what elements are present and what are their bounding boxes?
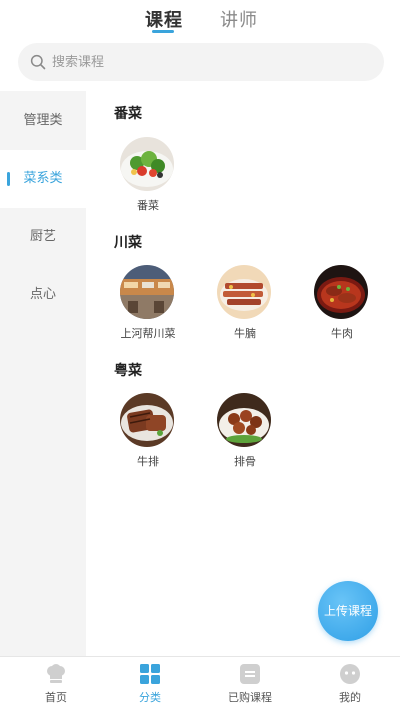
nav-label: 已购课程 xyxy=(228,691,272,704)
sidebar-item-label: 菜系类 xyxy=(23,171,63,186)
category-sidebar: 管理类 菜系类 厨艺 点心 xyxy=(0,91,86,656)
course-card[interactable]: 牛肉 xyxy=(298,265,382,345)
sidebar-item-management[interactable]: 管理类 xyxy=(0,92,86,150)
course-thumbnail-brisket xyxy=(217,265,271,319)
top-tabs: 课程 讲师 xyxy=(0,0,400,40)
course-label: 牛腩 xyxy=(234,327,256,340)
purchased-icon xyxy=(240,664,260,684)
course-label: 番菜 xyxy=(137,199,159,212)
course-thumbnail-steak xyxy=(120,393,174,447)
course-card[interactable]: 排骨 xyxy=(201,393,285,473)
nav-item-profile[interactable]: 我的 xyxy=(300,657,400,710)
tab-courses[interactable]: 课程 xyxy=(145,6,183,32)
active-tab-indicator xyxy=(152,30,174,33)
course-card[interactable]: 上河帮川菜 xyxy=(104,265,188,345)
course-card[interactable]: 牛腩 xyxy=(201,265,285,345)
nav-label: 首页 xyxy=(45,691,67,704)
sidebar-item-cuisine[interactable]: 菜系类 xyxy=(0,150,86,208)
sidebar-item-cooking-skills[interactable]: 厨艺 xyxy=(0,208,86,266)
sidebar-item-label: 厨艺 xyxy=(29,229,56,244)
nav-item-category[interactable]: 分类 xyxy=(100,657,200,710)
upload-course-button[interactable]: 上传课程 xyxy=(318,581,378,641)
section-title: 粤菜 xyxy=(114,363,142,379)
course-thumbnail-beef xyxy=(314,265,368,319)
nav-item-home[interactable]: 首页 xyxy=(6,657,106,710)
course-label: 牛肉 xyxy=(331,327,353,340)
course-list: 番菜 番菜 川菜 上河帮川菜 牛腩 牛肉 粤菜 牛排 排骨 xyxy=(86,91,400,656)
sidebar-item-label: 管理类 xyxy=(23,113,63,128)
sidebar-item-dim-sum[interactable]: 点心 xyxy=(0,266,86,324)
search-input[interactable] xyxy=(52,43,372,81)
search-bar[interactable] xyxy=(18,43,384,81)
course-card[interactable]: 牛排 xyxy=(104,393,188,473)
course-thumbnail-ribs xyxy=(217,393,271,447)
section-title: 川菜 xyxy=(114,235,142,251)
profile-icon xyxy=(340,664,360,684)
nav-item-purchased[interactable]: 已购课程 xyxy=(200,657,300,710)
chef-hat-icon xyxy=(47,664,65,683)
course-label: 牛排 xyxy=(137,455,159,468)
search-icon xyxy=(30,54,46,70)
bottom-navigation: 首页 分类 已购课程 我的 xyxy=(0,656,400,710)
course-card[interactable]: 番菜 xyxy=(104,137,188,217)
sidebar-item-label: 点心 xyxy=(29,287,56,302)
course-thumbnail-salad xyxy=(120,137,174,191)
grid-icon xyxy=(140,664,160,684)
nav-label: 我的 xyxy=(339,691,361,704)
course-thumbnail-restaurant xyxy=(120,265,174,319)
active-category-indicator xyxy=(7,172,10,186)
course-label: 上河帮川菜 xyxy=(120,327,176,340)
section-title: 番菜 xyxy=(114,106,142,122)
course-label: 排骨 xyxy=(234,455,256,468)
nav-label: 分类 xyxy=(139,691,161,704)
tab-lecturers[interactable]: 讲师 xyxy=(220,6,258,32)
